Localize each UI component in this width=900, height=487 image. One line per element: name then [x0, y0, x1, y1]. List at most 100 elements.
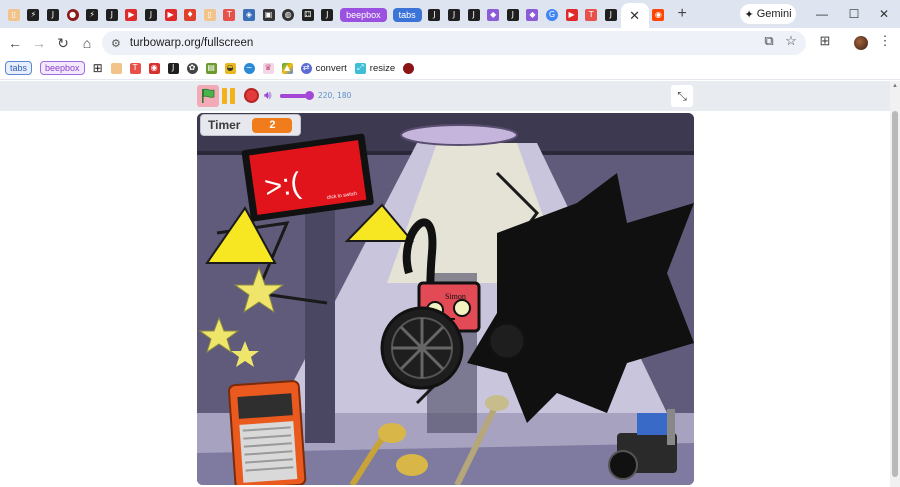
- bookmark-darkred[interactable]: [403, 62, 415, 74]
- browser-tab[interactable]: ◉: [649, 4, 669, 26]
- menu-kebab-icon[interactable]: ⋮: [876, 32, 894, 50]
- browser-tab[interactable]: ⚡: [24, 4, 44, 26]
- timer-monitor: Timer 2: [200, 114, 301, 136]
- fire-icon: ♦: [184, 9, 197, 21]
- cube-icon: ◆: [526, 9, 539, 21]
- browser-tab[interactable]: ▶: [562, 4, 582, 26]
- convert-icon: ⇄: [300, 62, 312, 74]
- green-flag-button[interactable]: [197, 85, 219, 107]
- pause-button[interactable]: [222, 88, 236, 104]
- bookmark-openai[interactable]: ✿: [186, 62, 198, 74]
- browser-tab[interactable]: ◆: [483, 4, 503, 26]
- js-icon: J: [321, 9, 334, 21]
- browser-tab[interactable]: J: [102, 4, 122, 26]
- bookmark-star-icon[interactable]: ☆: [782, 32, 800, 50]
- minimize-button[interactable]: —: [806, 0, 838, 28]
- openai-icon: ✿: [186, 62, 198, 74]
- browser-tab[interactable]: J: [43, 4, 63, 26]
- drive-icon: ▲: [281, 62, 293, 74]
- browser-tab[interactable]: ●: [63, 4, 83, 26]
- pause-bar: [230, 88, 235, 104]
- gemini-button[interactable]: ✦ Gemini: [740, 4, 796, 24]
- browser-tab[interactable]: J: [464, 4, 484, 26]
- reading-mode-icon[interactable]: ⊞: [816, 32, 834, 50]
- active-tab[interactable]: ✕: [620, 3, 649, 29]
- red-app-icon: ◉: [148, 62, 160, 74]
- browser-tab[interactable]: ◈: [239, 4, 259, 26]
- browser-tab[interactable]: ◆: [523, 4, 543, 26]
- image-icon: ▣: [262, 9, 275, 21]
- browser-tab[interactable]: T: [581, 4, 601, 26]
- bookmark-red-app[interactable]: ◉: [148, 62, 160, 74]
- stop-button[interactable]: [244, 88, 259, 103]
- browser-tab[interactable]: ▶: [122, 4, 142, 26]
- minimize-icon: —: [816, 7, 828, 21]
- bookmark-convert[interactable]: ⇄ convert: [300, 62, 347, 74]
- install-app-icon[interactable]: ⧉: [760, 32, 778, 50]
- browser-tab[interactable]: J: [318, 4, 338, 26]
- js-icon: J: [167, 62, 179, 74]
- youtube-icon: ▶: [565, 9, 578, 21]
- back-button[interactable]: ←: [4, 32, 26, 54]
- volume-fill: [280, 94, 306, 98]
- forward-button[interactable]: →: [28, 32, 50, 54]
- cube-icon: ◆: [487, 9, 500, 21]
- close-window-button[interactable]: ✕: [868, 0, 900, 28]
- new-tab-button[interactable]: +: [671, 3, 693, 25]
- browser-tab[interactable]: ⚃: [298, 4, 318, 26]
- bookmark-tabs[interactable]: tabs: [5, 61, 33, 75]
- volume-icon[interactable]: 🔊︎: [264, 88, 272, 103]
- browser-tab[interactable]: ▯: [200, 4, 220, 26]
- browser-tab[interactable]: ⚡: [82, 4, 102, 26]
- arrow-left-icon: ←: [8, 35, 22, 51]
- browser-tab[interactable]: J: [141, 4, 161, 26]
- browser-tab[interactable]: J: [444, 4, 464, 26]
- exit-fullscreen-button[interactable]: ⤡: [671, 85, 693, 107]
- bookmark-beepbox[interactable]: beepbox: [40, 61, 85, 75]
- bookmark-js[interactable]: J: [167, 62, 179, 74]
- browser-tab[interactable]: ♦: [180, 4, 200, 26]
- bookmark-tw[interactable]: T: [129, 62, 141, 74]
- tw-icon: T: [585, 9, 598, 21]
- browser-tab[interactable]: T: [220, 4, 240, 26]
- browser-tab[interactable]: ▶: [161, 4, 181, 26]
- bookmark-blue-app[interactable]: ~: [243, 62, 255, 74]
- browser-tab[interactable]: J: [503, 4, 523, 26]
- file-icon: [110, 62, 122, 74]
- js-icon: J: [467, 9, 480, 21]
- file-icon: ▯: [203, 9, 216, 21]
- scrollbar-thumb[interactable]: [892, 111, 898, 477]
- browser-tab[interactable]: J: [601, 4, 621, 26]
- bookmark-crown[interactable]: ♛: [262, 62, 274, 74]
- bookmark-yellow-app[interactable]: ◒: [224, 62, 236, 74]
- maximize-button[interactable]: ☐: [838, 0, 870, 28]
- project-stage[interactable]: >:( click to switch Simon: [197, 113, 694, 485]
- browser-tab[interactable]: ▯: [4, 4, 24, 26]
- green-app-icon: ▤: [205, 62, 217, 74]
- tab-list: ▯ ⚡ J ● ⚡ J ▶ J ▶ ♦ ▯ T ◈ ▣ ◍ ⚃ Jbeepbox tabs J J J ◆ J ◆ G ▶ T J ✕ ◉…: [0, 0, 693, 29]
- bookmark-file[interactable]: [110, 62, 122, 74]
- home-button[interactable]: ⌂: [76, 32, 98, 54]
- browser-tab[interactable]: J: [425, 4, 445, 26]
- page-scrollbar[interactable]: ▲: [890, 81, 900, 487]
- volume-knob[interactable]: [305, 91, 314, 100]
- reload-button[interactable]: ↻: [52, 32, 74, 54]
- browser-tab[interactable]: ◍: [278, 4, 298, 26]
- bookmark-drive[interactable]: ▲: [281, 62, 293, 74]
- js-icon: J: [448, 9, 461, 21]
- address-bar[interactable]: ⚙ turbowarp.org/fullscreen: [102, 31, 806, 55]
- bookmark-green-app[interactable]: ▤: [205, 62, 217, 74]
- browser-tab-group[interactable]: tabs: [390, 4, 425, 26]
- profile-avatar[interactable]: [854, 36, 868, 50]
- bookmark-apps[interactable]: ⊞: [93, 61, 103, 75]
- browser-tab[interactable]: G: [542, 4, 562, 26]
- browser-tab[interactable]: ▣: [259, 4, 279, 26]
- close-tab-icon[interactable]: ✕: [629, 8, 640, 24]
- crown-icon: ♛: [262, 62, 274, 74]
- site-settings-icon[interactable]: ⚙: [111, 37, 121, 50]
- bookmark-resize[interactable]: ⤢ resize: [354, 62, 395, 74]
- blue-circle-icon: ~: [243, 62, 255, 74]
- browser-tab-group[interactable]: beepbox: [337, 4, 390, 26]
- url-text[interactable]: turbowarp.org/fullscreen: [130, 37, 253, 49]
- scroll-up-icon[interactable]: ▲: [892, 83, 898, 89]
